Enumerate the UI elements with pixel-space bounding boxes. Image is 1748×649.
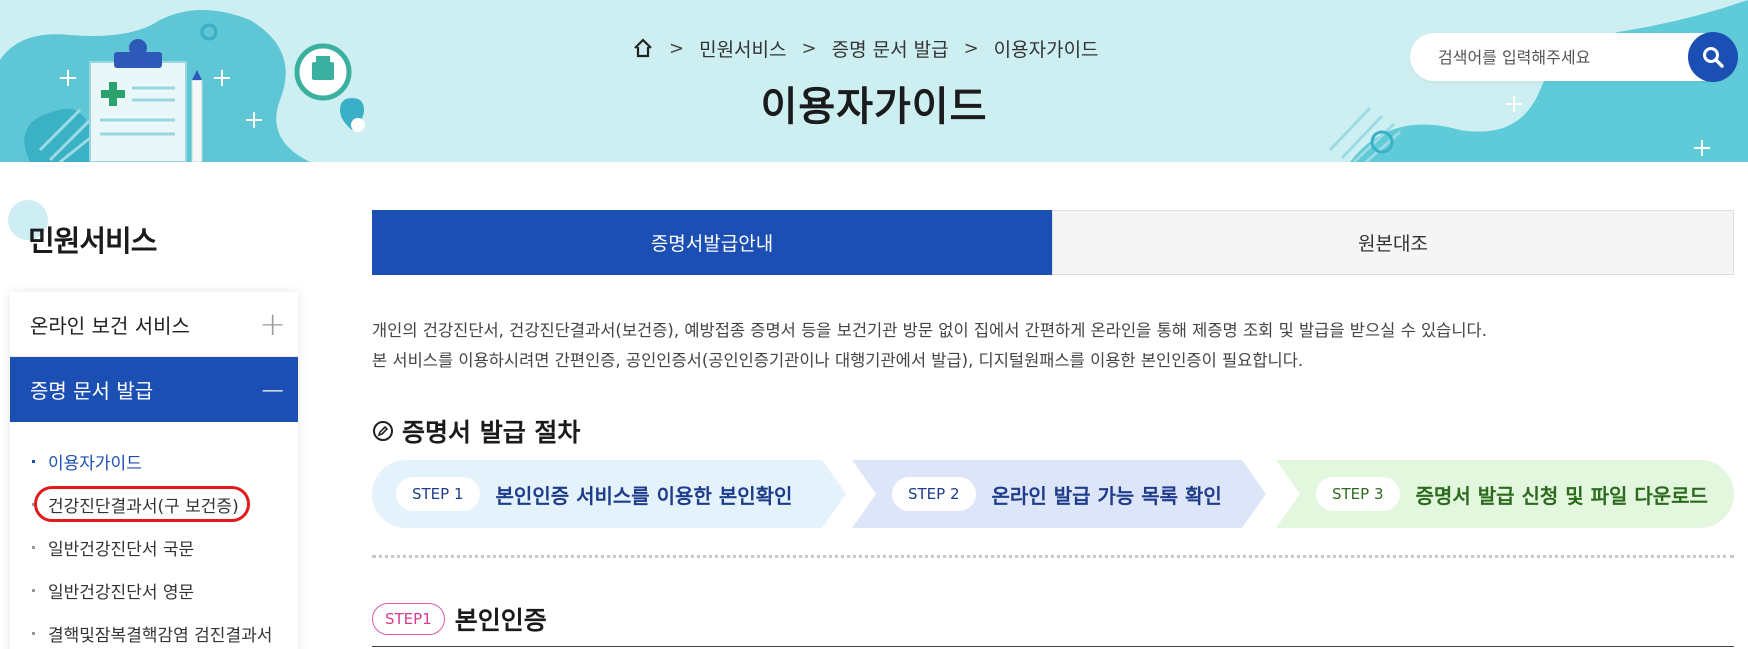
procedure-steps: STEP 1 본인인증 서비스를 이용한 본인확인 STEP 2 온라인 발급 … (372, 460, 1734, 528)
intro-line: 본 서비스를 이용하시려면 간편인증, 공인인증서(공인인증기관이나 대행기관에… (372, 351, 1304, 370)
breadcrumb-separator: > (669, 37, 685, 59)
sidebar-item-label: 온라인 보건 서비스 (30, 313, 190, 338)
step-1-section-header: STEP1 본인인증 (372, 601, 547, 637)
breadcrumb-item-current[interactable]: 이용자가이드 (994, 35, 1099, 62)
submenu-item-tuberculosis[interactable]: 결핵및잠복결핵감염 검진결과서 (10, 612, 298, 649)
search-box (1410, 32, 1738, 82)
procedure-step-1: STEP 1 본인인증 서비스를 이용한 본인확인 (372, 460, 846, 528)
step-2-label: 온라인 발급 가능 목록 확인 (991, 483, 1222, 508)
submenu-item-general-korean[interactable]: 일반건강진단서 국문 (10, 526, 298, 569)
breadcrumb-separator: > (801, 37, 817, 59)
tab-original-verification[interactable]: 원본대조 (1052, 210, 1734, 275)
step-3-label: 증명서 발급 신청 및 파일 다운로드 (1415, 483, 1708, 508)
step-1-label: 본인인증 서비스를 이용한 본인확인 (495, 483, 793, 508)
search-icon (1703, 47, 1724, 68)
step-3-badge: STEP 3 (1316, 477, 1400, 511)
search-input[interactable] (1438, 43, 1678, 71)
sidebar-menu: 온라인 보건 서비스 + 증명 문서 발급 − 이용자가이드 건강진단결과서(구… (10, 292, 298, 649)
submenu-item-user-guide[interactable]: 이용자가이드 (10, 440, 298, 483)
sidebar-item-label: 증명 문서 발급 (30, 379, 154, 403)
dotted-divider (372, 555, 1734, 558)
tab-bar: 증명서발급안내 원본대조 (372, 210, 1734, 275)
submenu-label: 건강진단결과서(구 보건증) (48, 497, 239, 517)
procedure-step-3: STEP 3 증명서 발급 신청 및 파일 다운로드 (1276, 460, 1734, 528)
search-button[interactable] (1688, 32, 1738, 82)
header-banner: > 민원서비스 > 증명 문서 발급 > 이용자가이드 이용자가이드 (0, 0, 1748, 162)
page-title: 이용자가이드 (760, 84, 988, 130)
breadcrumb-item[interactable]: 증명 문서 발급 (832, 35, 949, 62)
intro-line: 개인의 건강진단서, 건강진단결과서(보건증), 예방접종 증명서 등을 보건기… (372, 321, 1487, 340)
tab-certificate-guide[interactable]: 증명서발급안내 (372, 210, 1052, 275)
sidebar-item-online-health[interactable]: 온라인 보건 서비스 + (10, 292, 298, 357)
submenu-label: 일반건강진단서 영문 (48, 583, 195, 603)
sidebar-submenu: 이용자가이드 건강진단결과서(구 보건증) 일반건강진단서 국문 일반건강진단서… (10, 422, 298, 649)
submenu-label: 일반건강진단서 국문 (48, 540, 195, 560)
section-title-text: 증명서 발급 절차 (402, 418, 581, 447)
section-title: 증명서 발급 절차 (372, 413, 580, 449)
submenu-item-health-certificate[interactable]: 건강진단결과서(구 보건증) (10, 483, 298, 526)
submenu-label: 이용자가이드 (48, 454, 142, 474)
minus-icon[interactable]: − (259, 374, 286, 406)
sidebar-item-certificate[interactable]: 증명 문서 발급 − (10, 357, 298, 422)
breadcrumb-item[interactable]: 민원서비스 (699, 35, 786, 62)
procedure-step-2: STEP 2 온라인 발급 가능 목록 확인 (852, 460, 1266, 528)
step-1-badge: STEP 1 (396, 477, 480, 511)
breadcrumb-separator: > (963, 37, 979, 59)
step-2-badge: STEP 2 (892, 477, 976, 511)
plus-icon[interactable]: + (259, 308, 286, 340)
submenu-label: 결핵및잠복결핵감염 검진결과서 (48, 626, 273, 646)
step-1-section-title: 본인인증 (454, 606, 547, 635)
submenu-item-general-english[interactable]: 일반건강진단서 영문 (10, 569, 298, 612)
step-1-section-badge: STEP1 (372, 603, 445, 635)
pencil-icon (373, 421, 393, 441)
home-icon[interactable] (632, 37, 654, 59)
section-divider (372, 646, 1734, 647)
intro-text: 개인의 건강진단서, 건강진단결과서(보건증), 예방접종 증명서 등을 보건기… (372, 316, 1487, 376)
sidebar-title: 민원서비스 (28, 224, 157, 258)
breadcrumb: > 민원서비스 > 증명 문서 발급 > 이용자가이드 (632, 34, 1099, 62)
